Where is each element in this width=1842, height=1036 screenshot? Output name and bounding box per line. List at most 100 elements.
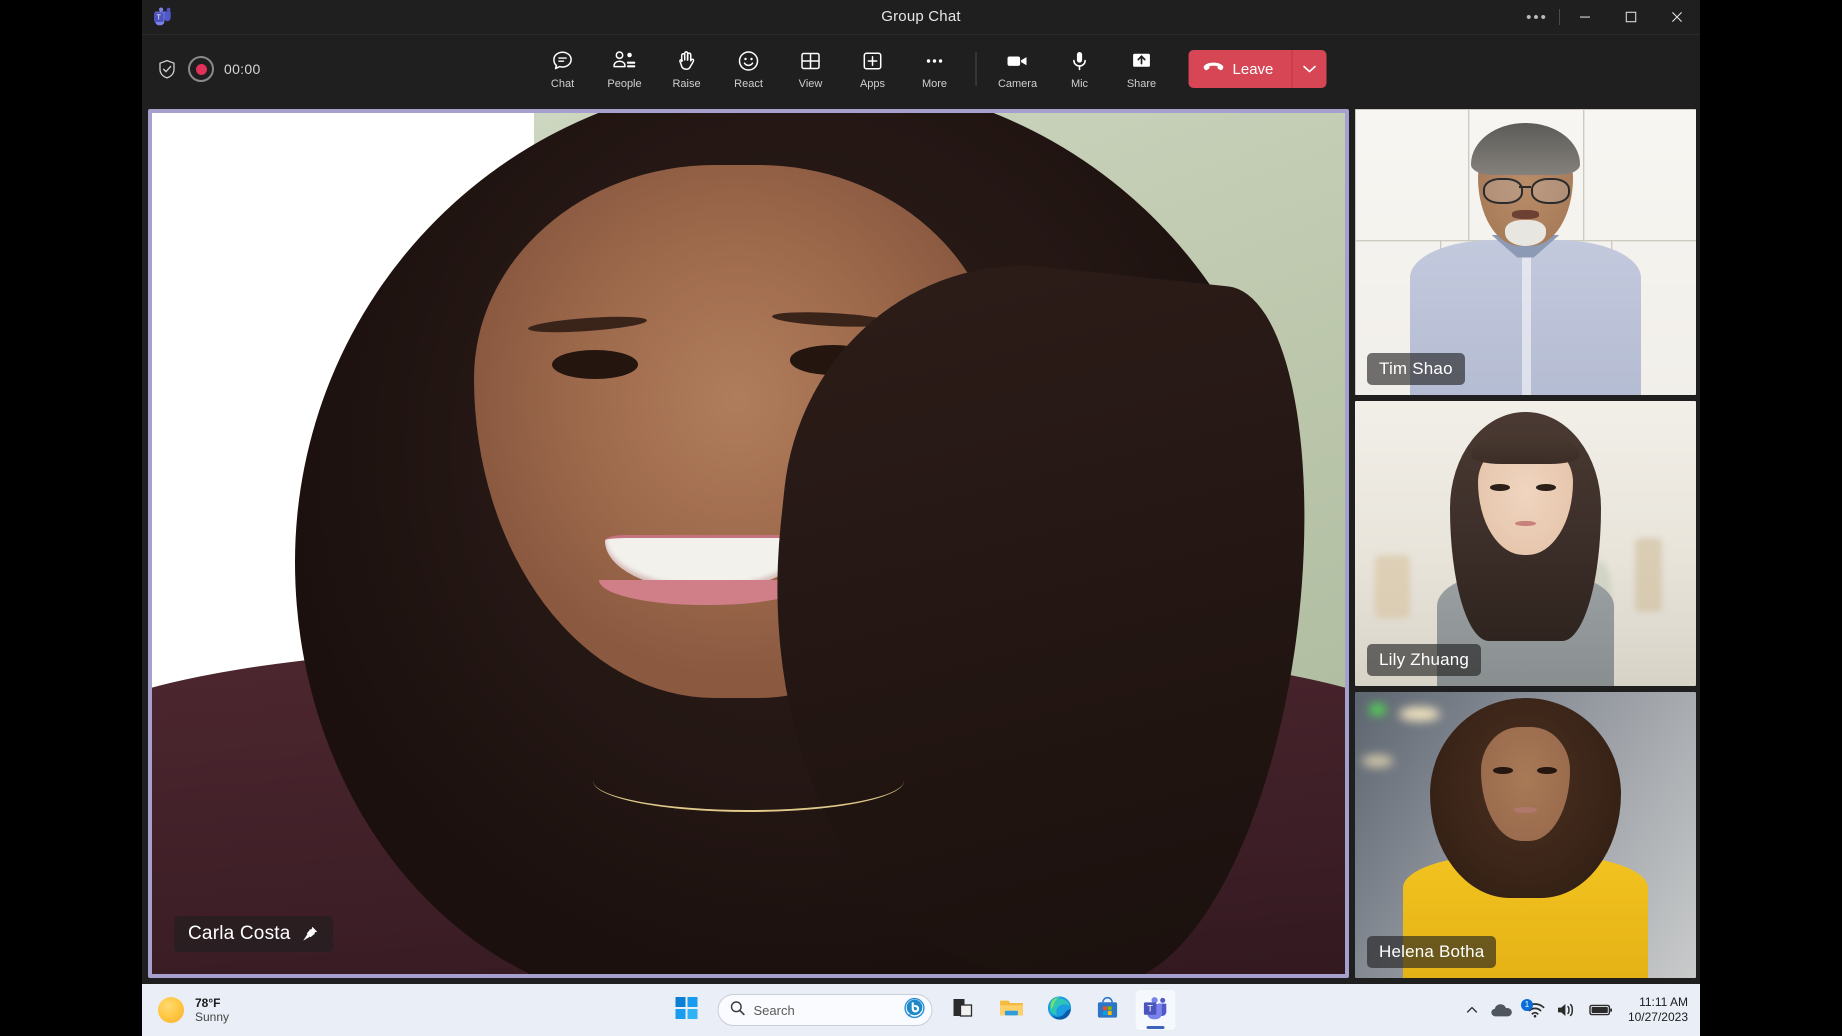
search-input[interactable]: Search — [754, 1003, 896, 1018]
participant-tile-lily-zhuang[interactable]: Lily Zhuang — [1355, 401, 1696, 687]
participant-name: Carla Costa — [188, 923, 291, 945]
toolbar-button-camera[interactable]: Camera — [987, 40, 1049, 98]
main-video-tile[interactable]: PLAN UN! — [148, 109, 1349, 978]
hang-up-icon — [1203, 60, 1225, 78]
window-controls: ••• — [1517, 0, 1700, 34]
windows-start-icon — [676, 997, 698, 1024]
participant-tile-helena-botha[interactable]: Helena Botha — [1355, 692, 1696, 978]
leave-options-button[interactable] — [1291, 50, 1326, 88]
chat-icon — [551, 48, 575, 74]
search-icon — [730, 1000, 746, 1021]
window-maximize-button[interactable] — [1608, 0, 1654, 34]
toolbar-button-apps[interactable]: Apps — [842, 40, 904, 98]
toolbar-label-react: React — [734, 78, 763, 90]
taskbar-search-box[interactable]: Search — [718, 994, 933, 1026]
participant-nametag: Tim Shao — [1367, 353, 1465, 385]
toolbar-button-share[interactable]: Share — [1111, 40, 1173, 98]
meeting-stage: PLAN UN! — [142, 103, 1700, 984]
participant-name: Helena Botha — [1379, 942, 1484, 962]
start-button[interactable] — [666, 989, 708, 1031]
taskbar-clock[interactable]: 11:11 AM 10/27/2023 — [1628, 995, 1688, 1025]
volume-icon[interactable] — [1556, 1002, 1578, 1018]
toolbar-button-mic[interactable]: Mic — [1049, 40, 1111, 98]
wifi-icon[interactable]: 1 — [1525, 1002, 1545, 1018]
tray-chevron-up-icon[interactable] — [1465, 1003, 1479, 1017]
toolbar-divider — [976, 52, 977, 86]
window-controls-divider — [1559, 9, 1560, 25]
window-close-button[interactable] — [1654, 0, 1700, 34]
toolbar-button-chat[interactable]: Chat — [532, 40, 594, 98]
window-title: Group Chat — [142, 0, 1700, 34]
main-video-feed: PLAN UN! — [152, 113, 1345, 974]
toolbar-button-react[interactable]: React — [718, 40, 780, 98]
apps-plus-icon — [861, 48, 885, 74]
store-icon — [1096, 996, 1120, 1025]
people-icon — [612, 48, 638, 74]
battery-icon[interactable] — [1589, 1003, 1613, 1017]
taskbar-weather-widget[interactable]: 78°F Sunny — [158, 996, 229, 1024]
svg-text:T: T — [1147, 1003, 1153, 1013]
toolbar-label-camera: Camera — [998, 78, 1037, 90]
toolbar-label-apps: Apps — [860, 78, 885, 90]
toolbar-label-people: People — [607, 78, 641, 90]
leave-button-label: Leave — [1233, 61, 1274, 78]
camera-icon — [1005, 48, 1031, 74]
raise-hand-icon — [675, 48, 699, 74]
share-screen-icon — [1130, 48, 1154, 74]
toolbar-button-more[interactable]: More — [904, 40, 966, 98]
meeting-timer: 00:00 — [224, 61, 261, 77]
toolbar-label-share: Share — [1127, 78, 1156, 90]
participant-nametag: Helena Botha — [1367, 936, 1496, 968]
weather-condition: Sunny — [195, 1010, 229, 1024]
system-tray: 1 11:11 AM 10/27/2023 — [1465, 995, 1692, 1025]
participant-name: Lily Zhuang — [1379, 650, 1469, 670]
bing-copilot-icon[interactable] — [904, 997, 926, 1024]
edge-icon — [1047, 995, 1073, 1026]
taskbar-app-microsoft-edge[interactable] — [1039, 989, 1081, 1031]
chevron-down-icon — [1302, 64, 1316, 74]
grid-view-icon — [799, 48, 823, 74]
leave-button[interactable]: Leave — [1189, 50, 1292, 88]
taskbar-app-microsoft-teams[interactable]: T — [1135, 989, 1177, 1031]
windows-taskbar: 78°F Sunny — [142, 984, 1700, 1036]
window-more-button[interactable]: ••• — [1517, 0, 1557, 34]
shield-check-icon — [156, 58, 178, 80]
sun-icon — [158, 997, 184, 1023]
toolbar-label-view: View — [799, 78, 823, 90]
wifi-notification-badge: 1 — [1521, 999, 1533, 1011]
meeting-toolbar: 00:00 Chat — [142, 34, 1700, 103]
toolbar-label-raise: Raise — [672, 78, 700, 90]
participant-video-feed — [1355, 109, 1696, 395]
window-titlebar: T Group Chat ••• — [142, 0, 1700, 34]
window-minimize-button[interactable] — [1562, 0, 1608, 34]
weather-temperature: 78°F — [195, 996, 229, 1010]
participant-tile-tim-shao[interactable]: Tim Shao — [1355, 109, 1696, 395]
teams-meeting-window: T Group Chat ••• — [142, 0, 1700, 984]
taskbar-app-file-explorer[interactable] — [991, 989, 1033, 1031]
taskbar-app-task-view[interactable] — [943, 989, 985, 1031]
toolbar-button-view[interactable]: View — [780, 40, 842, 98]
clock-date: 10/27/2023 — [1628, 1010, 1688, 1025]
toolbar-button-people[interactable]: People — [594, 40, 656, 98]
clock-time: 11:11 AM — [1639, 995, 1688, 1010]
more-ellipsis-icon — [923, 48, 947, 74]
emoji-react-icon — [737, 48, 761, 74]
recording-indicator-icon — [188, 56, 214, 82]
toolbar-button-raise[interactable]: Raise — [656, 40, 718, 98]
task-view-icon — [952, 996, 976, 1025]
weather-text: 78°F Sunny — [195, 996, 229, 1024]
microphone-icon — [1068, 48, 1092, 74]
taskbar-app-microsoft-store[interactable] — [1087, 989, 1129, 1031]
participant-strip: Tim Shao — [1355, 109, 1696, 978]
participant-nametag: Lily Zhuang — [1367, 644, 1481, 676]
toolbar-label-more: More — [922, 78, 947, 90]
participant-name: Tim Shao — [1379, 359, 1453, 379]
taskbar-center-group: Search — [666, 989, 1177, 1031]
toolbar-label-mic: Mic — [1071, 78, 1088, 90]
main-video-nametag: Carla Costa — [174, 916, 333, 952]
toolbar-label-chat: Chat — [551, 78, 574, 90]
cloud-icon[interactable] — [1490, 1002, 1514, 1018]
screen: T Group Chat ••• — [0, 0, 1842, 1036]
file-explorer-icon — [999, 996, 1025, 1025]
teams-icon: T — [1143, 995, 1169, 1026]
